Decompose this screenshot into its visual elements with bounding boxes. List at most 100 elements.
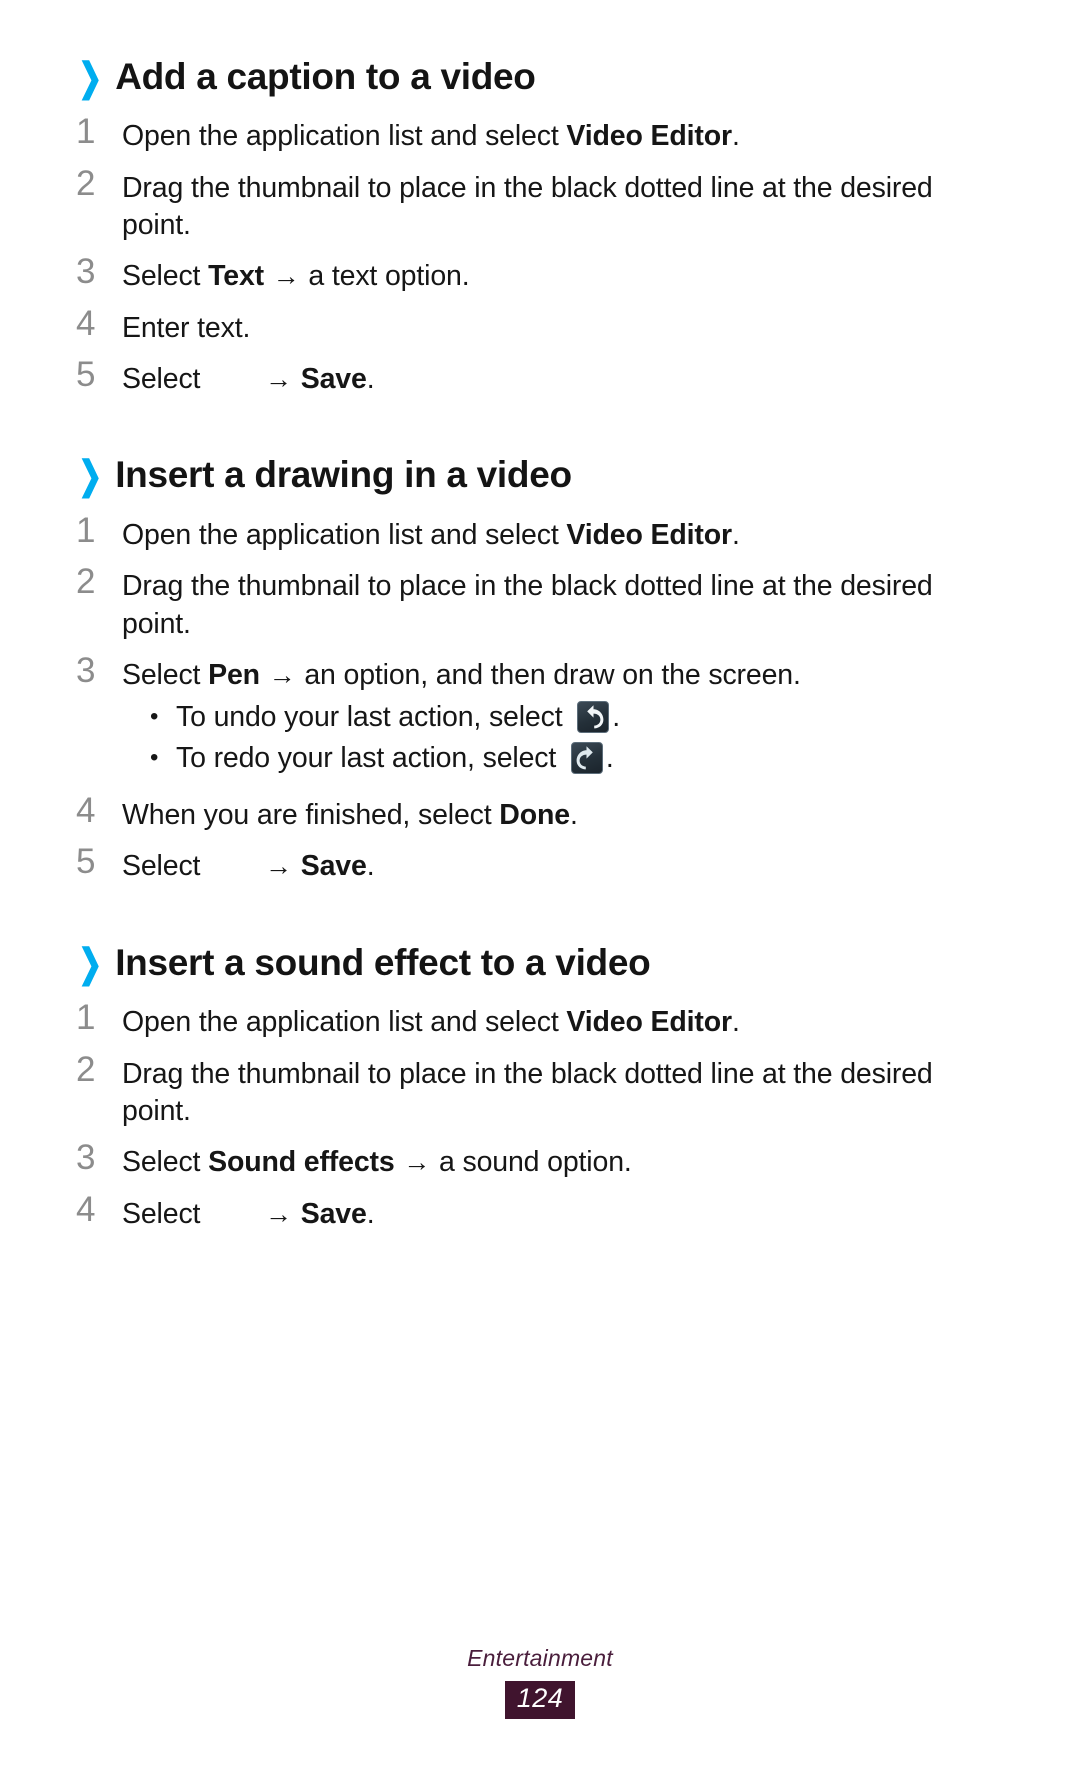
- body-text: When you are finished, select: [122, 799, 500, 832]
- body-text: [293, 363, 301, 395]
- body-text: Select: [122, 363, 209, 396]
- step-list: 1 Open the application list and select Vi…: [76, 999, 1004, 1233]
- step-text: Open the application list and select Vid…: [122, 113, 1004, 155]
- step-text: Select Text → a text option.: [122, 253, 1004, 295]
- sub-bullet-item: • To undo your last action, select .: [150, 698, 1004, 736]
- bullet-dot-icon: •: [150, 703, 159, 731]
- step-number: 4: [76, 303, 95, 343]
- step-text: Enter text.: [122, 305, 1004, 347]
- sub-bullet-item: • To redo your last action, select .: [150, 739, 1004, 777]
- page-number-badge: 124: [504, 1681, 576, 1719]
- arrow-separator-icon: →: [265, 1198, 292, 1229]
- body-text: .: [731, 518, 740, 551]
- page-footer: Entertainment 124: [0, 1645, 1080, 1719]
- redo-icon[interactable]: [570, 741, 603, 774]
- emphasis-text: Pen: [208, 658, 260, 691]
- step-item: 2 Drag the thumbnail to place in the blac…: [76, 165, 1004, 245]
- step-text: When you are finished, select Done.: [122, 792, 1004, 834]
- step-text: Select Pen → an option, and then draw on…: [122, 652, 1004, 783]
- emphasis-text: Save: [300, 850, 367, 883]
- step-item: 4 Enter text.: [76, 305, 1004, 347]
- missing-menu-icon: [208, 874, 264, 875]
- bullet-dot-icon: •: [150, 743, 159, 771]
- step-number: 1: [76, 998, 95, 1038]
- step-number: 5: [76, 842, 95, 882]
- chevron-right-icon: ❯: [78, 941, 103, 986]
- missing-menu-icon: [208, 1222, 264, 1223]
- section-heading: ❯ Insert a drawing in a video: [76, 454, 1004, 499]
- page-content: ❯ Add a caption to a video 1 Open the appli…: [76, 56, 1004, 1233]
- step-number: 3: [76, 1138, 95, 1178]
- body-text: .: [731, 120, 740, 153]
- section-heading-label: Insert a sound effect to a video: [115, 941, 651, 983]
- body-text: .: [569, 799, 578, 832]
- emphasis-text: Video Editor: [566, 120, 732, 153]
- step-item: 3 Select Text → a text option.: [76, 253, 1004, 295]
- step-text: Drag the thumbnail to place in the black…: [122, 165, 1004, 245]
- step-number: 3: [76, 650, 95, 690]
- body-text: [260, 659, 268, 691]
- step-item: 5 Select → Save.: [76, 843, 1004, 885]
- section-heading-label: Add a caption to a video: [115, 56, 536, 97]
- arrow-separator-icon: →: [403, 1147, 431, 1178]
- emphasis-text: Save: [300, 1197, 367, 1230]
- body-text: .: [605, 741, 614, 774]
- arrow-separator-icon: →: [265, 364, 292, 395]
- body-text: Select: [122, 1146, 209, 1179]
- step-item: 4 Select → Save.: [76, 1191, 1004, 1233]
- body-text: Open the application list and select: [122, 1006, 567, 1039]
- step-text: Select → Save.: [122, 843, 1004, 885]
- body-text: Drag the thumbnail to place in the black…: [122, 171, 933, 242]
- step-number: 3: [76, 252, 95, 292]
- arrow-separator-icon: →: [265, 851, 292, 882]
- step-text: Open the application list and select Vid…: [122, 999, 1004, 1041]
- body-text: .: [731, 1006, 740, 1039]
- missing-menu-icon: [208, 387, 264, 388]
- step-number: 4: [76, 1189, 95, 1229]
- body-text: .: [366, 850, 375, 883]
- step-item: 3 Select Sound effects → a sound option.: [76, 1139, 1004, 1181]
- sub-bullet-list: • To undo your last action, select . • To r…: [122, 698, 1004, 777]
- sub-bullet-text: To undo your last action, select .: [176, 698, 620, 736]
- body-text: Open the application list and select: [122, 120, 567, 153]
- emphasis-text: Done: [499, 799, 570, 832]
- arrow-separator-icon: →: [268, 659, 296, 690]
- body-text: a text option.: [300, 260, 470, 293]
- emphasis-text: Video Editor: [566, 518, 732, 551]
- step-text: Drag the thumbnail to place in the black…: [122, 563, 1004, 643]
- body-text: a sound option.: [431, 1146, 632, 1179]
- body-text: Drag the thumbnail to place in the black…: [122, 1057, 933, 1127]
- body-text: Select: [122, 260, 209, 293]
- body-text: Select: [122, 658, 209, 691]
- step-text: Drag the thumbnail to place in the black…: [122, 1051, 1004, 1131]
- footer-section-title: Entertainment: [467, 1645, 613, 1671]
- emphasis-text: Sound effects: [208, 1146, 395, 1179]
- step-item: 1 Open the application list and select Vi…: [76, 999, 1004, 1041]
- step-list: 1 Open the application list and select Vi…: [76, 512, 1004, 886]
- body-text: Open the application list and select: [122, 518, 567, 551]
- body-text: Enter text.: [122, 311, 251, 344]
- step-item: 2 Drag the thumbnail to place in the blac…: [76, 563, 1004, 643]
- step-number: 2: [76, 1049, 95, 1089]
- section-heading: ❯ Insert a sound effect to a video: [76, 941, 1004, 986]
- emphasis-text: Text: [208, 260, 264, 293]
- step-item: 4 When you are finished, select Done.: [76, 792, 1004, 834]
- step-number: 2: [76, 562, 95, 602]
- step-text: Select → Save.: [122, 356, 1004, 398]
- body-text: [293, 1198, 301, 1230]
- body-text: .: [612, 701, 621, 734]
- step-item: 1 Open the application list and select Vi…: [76, 512, 1004, 554]
- section-heading-label: Insert a drawing in a video: [115, 454, 572, 496]
- step-item: 1 Open the application list and select Vi…: [76, 113, 1004, 155]
- chevron-right-icon: ❯: [78, 56, 103, 100]
- step-text: Select → Save.: [122, 1191, 1004, 1233]
- chevron-right-icon: ❯: [78, 454, 103, 499]
- emphasis-text: Save: [300, 363, 367, 396]
- section-heading: ❯ Add a caption to a video: [76, 56, 1004, 100]
- emphasis-text: Video Editor: [566, 1006, 732, 1039]
- body-text: an option, and then draw on the screen.: [296, 658, 801, 691]
- body-text: [264, 260, 272, 292]
- undo-icon[interactable]: [577, 701, 610, 734]
- body-text: .: [366, 363, 375, 396]
- body-text: To undo your last action, select: [176, 701, 571, 734]
